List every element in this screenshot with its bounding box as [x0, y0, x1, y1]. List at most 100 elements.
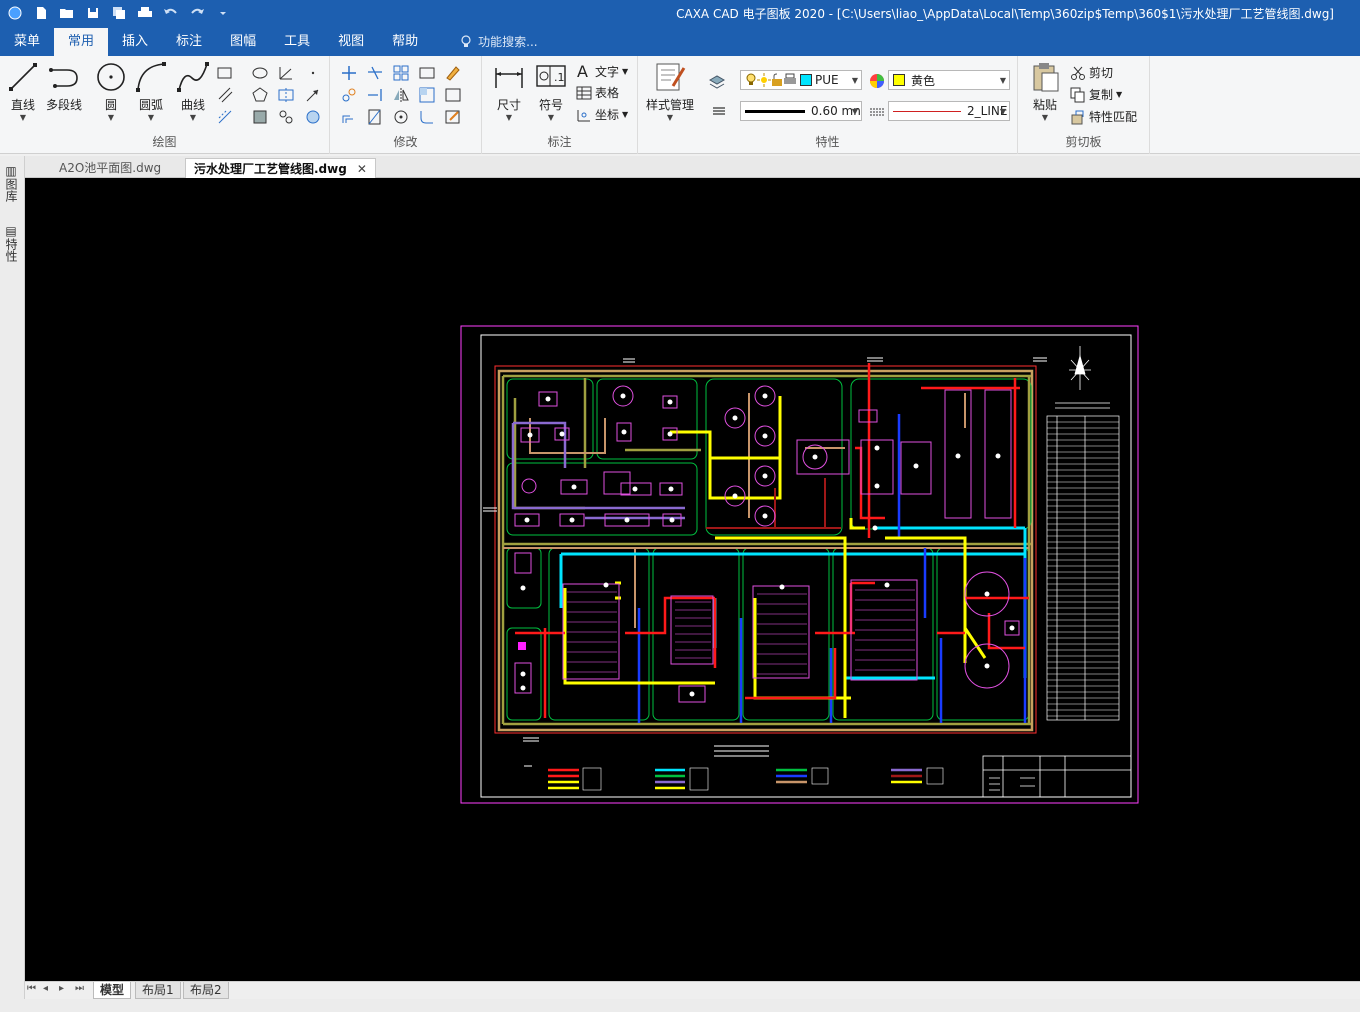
- redo-icon[interactable]: [186, 3, 208, 23]
- paste-button[interactable]: 粘贴 ▼: [1028, 60, 1062, 122]
- last-tab-icon[interactable]: ⏭: [75, 983, 84, 994]
- extend-icon[interactable]: [366, 86, 384, 104]
- cut-label: 剪切: [1089, 66, 1114, 80]
- chevron-down-icon[interactable]: ▼: [506, 113, 512, 122]
- lineweight-icon[interactable]: [710, 102, 728, 120]
- drawing-canvas[interactable]: [25, 178, 1360, 981]
- erase-icon[interactable]: [444, 64, 462, 82]
- chevron-down-icon[interactable]: ▼: [1042, 113, 1048, 122]
- layout-tab-layout1[interactable]: 布局1: [135, 982, 181, 999]
- color-wheel-icon[interactable]: [868, 72, 886, 90]
- modify-group: 修改: [330, 56, 482, 154]
- tab-insert[interactable]: 插入: [108, 28, 162, 56]
- side-tab-library[interactable]: ▥图库: [4, 164, 20, 202]
- coordinate-button[interactable]: 坐标 ▼: [576, 106, 628, 123]
- chevron-down-icon[interactable]: ▼: [667, 113, 673, 122]
- layout-tab-model[interactable]: 模型: [93, 982, 132, 999]
- offset-curve-icon[interactable]: [216, 108, 234, 126]
- lineweight-select[interactable]: 0.60 mn ▼: [740, 101, 862, 121]
- spline-icon[interactable]: [277, 108, 295, 126]
- array-icon[interactable]: [392, 64, 410, 82]
- construction-line-icon[interactable]: [277, 64, 295, 82]
- first-tab-icon[interactable]: ⏮: [27, 983, 36, 994]
- chevron-down-icon[interactable]: ▼: [548, 113, 554, 122]
- ellipse-icon[interactable]: [251, 64, 269, 82]
- table-button[interactable]: 表格: [576, 84, 619, 101]
- new-file-icon[interactable]: [30, 3, 52, 23]
- copy-button[interactable]: 复制 ▼: [1070, 86, 1122, 103]
- properties-edit-icon[interactable]: [444, 108, 462, 126]
- color-select[interactable]: 黄色 ▼: [888, 70, 1010, 90]
- circle-button[interactable]: 圆 ▼: [94, 60, 128, 122]
- match-properties-button[interactable]: 特性匹配: [1070, 108, 1137, 125]
- layer-select[interactable]: PUE ▼: [740, 70, 862, 90]
- symbol-button[interactable]: .1 符号 ▼: [534, 60, 568, 122]
- trim-icon[interactable]: [366, 64, 384, 82]
- tab-view[interactable]: 视图: [324, 28, 378, 56]
- save-icon[interactable]: [82, 3, 104, 23]
- tab-annotate[interactable]: 标注: [162, 28, 216, 56]
- polyline-button[interactable]: 多段线: [46, 60, 82, 113]
- doc-tab-a2o[interactable]: A2O池平面图.dwg: [51, 158, 169, 178]
- color-swatch: [893, 74, 905, 86]
- chevron-down-icon[interactable]: ▼: [20, 113, 26, 122]
- open-file-icon[interactable]: [56, 3, 78, 23]
- polygon-icon[interactable]: [251, 86, 269, 104]
- style-manager-button[interactable]: 样式管理 ▼: [646, 60, 694, 122]
- pipe-legend: [548, 768, 922, 790]
- arrow-icon[interactable]: [304, 86, 322, 104]
- chevron-down-icon[interactable]: ▼: [148, 113, 154, 122]
- copy-object-icon[interactable]: [340, 86, 358, 104]
- chevron-down-icon[interactable]: ▼: [1116, 90, 1122, 99]
- cloud-icon[interactable]: [304, 108, 322, 126]
- tab-home[interactable]: 常用: [54, 28, 109, 56]
- parallel-line-icon[interactable]: [216, 86, 234, 104]
- dimension-button[interactable]: 尺寸 ▼: [492, 60, 526, 122]
- cut-button[interactable]: 剪切: [1070, 64, 1113, 81]
- stretch-icon[interactable]: [418, 64, 436, 82]
- centerline-icon[interactable]: [277, 86, 295, 104]
- chevron-down-icon[interactable]: ▼: [622, 110, 628, 119]
- layout-tab-layout2[interactable]: 布局2: [183, 982, 229, 999]
- arc-icon: [136, 62, 166, 92]
- arc-button[interactable]: 圆弧 ▼: [134, 60, 168, 122]
- line-button[interactable]: 直线 ▼: [6, 60, 40, 122]
- coordinate-label: 坐标: [595, 108, 620, 122]
- move-icon[interactable]: [340, 64, 358, 82]
- undo-icon[interactable]: [160, 3, 182, 23]
- curve-button[interactable]: 曲线 ▼: [176, 60, 210, 122]
- window-select-icon[interactable]: [444, 86, 462, 104]
- chevron-down-icon[interactable]: ▼: [108, 113, 114, 122]
- rectangle-icon[interactable]: [216, 64, 234, 82]
- text-button[interactable]: A 文字 ▼: [576, 62, 628, 80]
- tab-help[interactable]: 帮助: [378, 28, 432, 56]
- prev-tab-icon[interactable]: ◂: [43, 983, 48, 994]
- next-tab-icon[interactable]: ▸: [59, 983, 64, 994]
- close-icon[interactable]: ✕: [357, 162, 367, 176]
- chevron-down-icon[interactable]: ▼: [622, 67, 628, 76]
- function-search[interactable]: 功能搜索...: [432, 28, 538, 56]
- mirror-icon[interactable]: [392, 86, 410, 104]
- linetype-select[interactable]: 2_LINE ▼: [888, 101, 1010, 121]
- point-icon[interactable]: [304, 64, 322, 82]
- rotate-icon[interactable]: [392, 108, 410, 126]
- doc-tab-pipeline[interactable]: 污水处理厂工艺管线图.dwg ✕: [185, 158, 376, 178]
- customize-dropdown-icon[interactable]: [212, 3, 234, 23]
- chevron-down-icon[interactable]: ▼: [190, 113, 196, 122]
- fillet-icon[interactable]: [418, 108, 436, 126]
- tab-sheet[interactable]: 图幅: [216, 28, 270, 56]
- tab-menu[interactable]: 菜单: [0, 28, 54, 56]
- app-icon[interactable]: [4, 3, 26, 23]
- tab-tools[interactable]: 工具: [270, 28, 324, 56]
- hatch-icon[interactable]: [251, 108, 269, 126]
- linetype-icon[interactable]: [868, 103, 886, 121]
- offset-icon[interactable]: [340, 108, 358, 126]
- linetype-preview: [893, 110, 961, 112]
- layer-manager-icon[interactable]: [708, 72, 726, 90]
- explode-icon[interactable]: [418, 86, 436, 104]
- print-icon[interactable]: [134, 3, 156, 23]
- save-all-icon[interactable]: [108, 3, 130, 23]
- copy-label: 复制: [1089, 88, 1114, 102]
- side-tab-properties[interactable]: ▤特性: [4, 224, 20, 262]
- scale-icon[interactable]: [366, 108, 384, 126]
